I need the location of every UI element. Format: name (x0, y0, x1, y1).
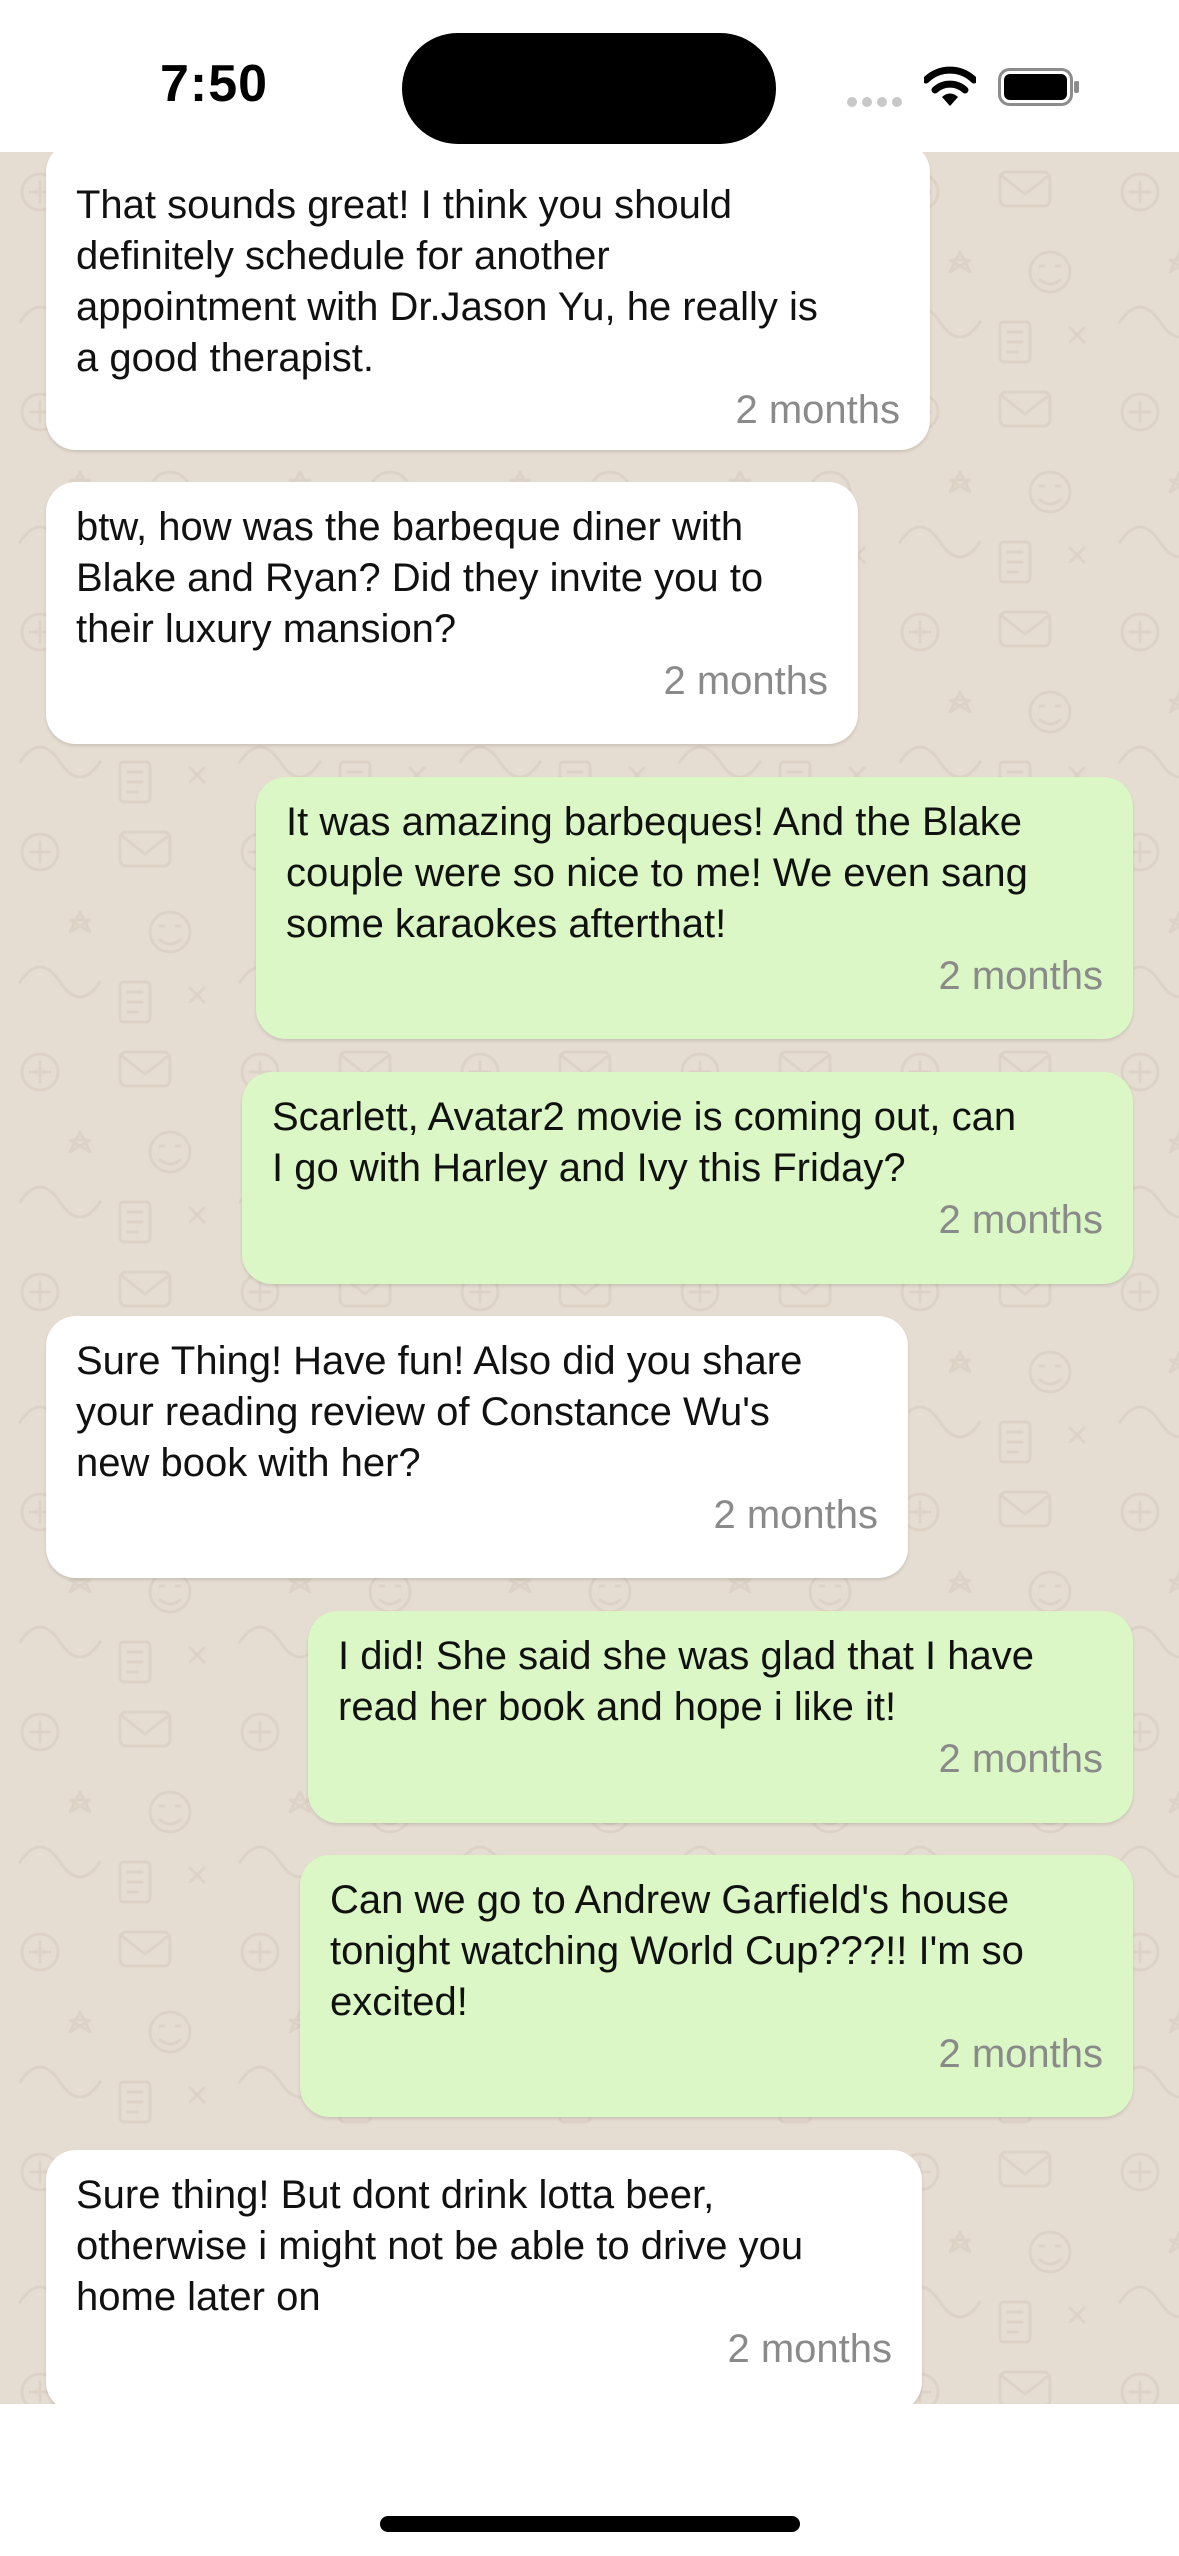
status-time: 7:50 (160, 55, 269, 113)
battery-icon (998, 68, 1079, 106)
message-text: Scarlett, Avatar2 movie is coming out, c… (272, 1095, 1017, 1190)
message-time: 2 months (727, 2327, 892, 2371)
chat-area[interactable]: That sounds great! I think you should de… (0, 152, 1179, 2404)
bottom-bar (0, 2404, 1179, 2556)
message-bubble-incoming[interactable]: btw, how was the barbeque diner with Bla… (46, 482, 858, 744)
message-bubble-incoming[interactable]: Sure thing! But dont drink lotta beer, o… (46, 2150, 922, 2404)
message-text: It was amazing barbeques! And the Blake … (286, 800, 1028, 946)
message-time: 2 months (735, 388, 900, 432)
message-bubble-incoming[interactable]: That sounds great! I think you should de… (46, 152, 930, 450)
home-indicator[interactable] (380, 2516, 800, 2532)
message-bubble-outgoing[interactable]: Can we go to Andrew Garfield's house ton… (300, 1855, 1133, 2117)
message-text: Can we go to Andrew Garfield's house ton… (330, 1878, 1024, 2024)
message-time: 2 months (938, 954, 1103, 998)
message-text: Sure thing! But dont drink lotta beer, o… (76, 2173, 804, 2319)
status-bar: 7:50 (0, 0, 1179, 152)
message-bubble-incoming[interactable]: Sure Thing! Have fun! Also did you share… (46, 1316, 908, 1578)
message-bubble-outgoing[interactable]: It was amazing barbeques! And the Blake … (256, 777, 1133, 1039)
message-time: 2 months (938, 1198, 1103, 1242)
message-bubble-outgoing[interactable]: Scarlett, Avatar2 movie is coming out, c… (242, 1072, 1133, 1284)
dynamic-island (402, 33, 776, 144)
message-text: btw, how was the barbeque diner with Bla… (76, 505, 764, 651)
signal-dots-icon (847, 97, 902, 107)
wifi-icon (924, 66, 976, 106)
message-text: Sure Thing! Have fun! Also did you share… (76, 1339, 803, 1485)
message-time: 2 months (663, 659, 828, 703)
message-text: That sounds great! I think you should de… (76, 183, 818, 380)
message-time: 2 months (938, 2032, 1103, 2076)
message-time: 2 months (713, 1493, 878, 1537)
message-bubble-outgoing[interactable]: I did! She said she was glad that I have… (308, 1611, 1133, 1823)
message-time: 2 months (938, 1737, 1103, 1781)
message-text: I did! She said she was glad that I have… (338, 1634, 1034, 1729)
